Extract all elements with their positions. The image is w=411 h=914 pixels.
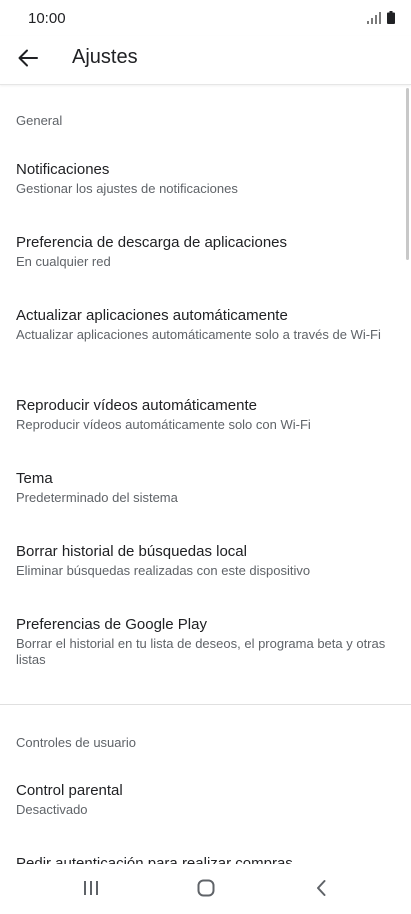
status-icons	[367, 11, 395, 29]
item-subtitle: Gestionar los ajustes de notificaciones	[16, 181, 238, 196]
item-subtitle: Desactivado	[16, 802, 88, 817]
item-title: Reproducir vídeos automáticamente	[16, 397, 257, 414]
back-nav-icon	[315, 879, 327, 902]
settings-item-auto-update[interactable]: Actualizar aplicaciones automáticamente …	[16, 306, 387, 343]
item-subtitle: Predeterminado del sistema	[16, 490, 178, 505]
scrollbar-thumb[interactable]	[406, 88, 409, 260]
settings-item-download-preference[interactable]: Preferencia de descarga de aplicaciones …	[16, 233, 387, 270]
status-time: 10:00	[28, 10, 66, 27]
section-header-user-controls: Controles de usuario	[16, 735, 136, 750]
settings-item-theme[interactable]: Tema Predeterminado del sistema	[16, 469, 387, 506]
item-subtitle: Reproducir vídeos automáticamente solo c…	[16, 417, 311, 432]
item-title: Pedir autenticación para realizar compra…	[16, 855, 293, 864]
item-title: Control parental	[16, 782, 123, 799]
settings-item-notifications[interactable]: Notificaciones Gestionar los ajustes de …	[16, 160, 387, 197]
section-header-general: General	[16, 113, 63, 128]
home-icon	[197, 879, 215, 902]
item-title: Tema	[16, 470, 53, 487]
settings-item-purchase-authentication[interactable]: Pedir autenticación para realizar compra…	[16, 854, 387, 864]
item-subtitle: Actualizar aplicaciones automáticamente …	[16, 327, 381, 342]
home-button[interactable]	[186, 872, 226, 908]
item-title: Actualizar aplicaciones automáticamente	[16, 307, 288, 324]
back-button[interactable]	[10, 42, 46, 78]
item-subtitle: En cualquier red	[16, 254, 111, 269]
section-divider	[0, 704, 411, 705]
settings-item-parental-control[interactable]: Control parental Desactivado	[16, 781, 387, 818]
back-nav-button[interactable]	[301, 872, 341, 908]
settings-item-google-play-preferences[interactable]: Preferencias de Google Play Borrar el hi…	[16, 615, 387, 668]
signal-icon	[367, 11, 381, 29]
settings-item-autoplay-videos[interactable]: Reproducir vídeos automáticamente Reprod…	[16, 396, 387, 433]
settings-screen: 10:00 Ajustes General Notificaciones Ges…	[0, 0, 411, 914]
status-bar: 10:00	[0, 0, 411, 36]
item-subtitle: Eliminar búsquedas realizadas con este d…	[16, 563, 311, 578]
item-title: Preferencias de Google Play	[16, 616, 207, 633]
item-title: Borrar historial de búsquedas local	[16, 543, 247, 560]
app-bar: Ajustes	[0, 36, 411, 85]
system-nav-bar	[0, 864, 411, 914]
recent-apps-button[interactable]	[71, 872, 111, 908]
item-title: Notificaciones	[16, 161, 110, 178]
item-title: Preferencia de descarga de aplicaciones	[16, 234, 288, 251]
settings-item-clear-search-history[interactable]: Borrar historial de búsquedas local Elim…	[16, 542, 387, 579]
page-title: Ajustes	[72, 46, 138, 68]
recent-apps-icon	[83, 880, 99, 901]
item-subtitle: Borrar el historial en tu lista de deseo…	[16, 636, 386, 667]
settings-list[interactable]: General Notificaciones Gestionar los aju…	[0, 85, 411, 864]
arrow-back-icon	[18, 49, 38, 72]
battery-icon	[387, 11, 395, 29]
